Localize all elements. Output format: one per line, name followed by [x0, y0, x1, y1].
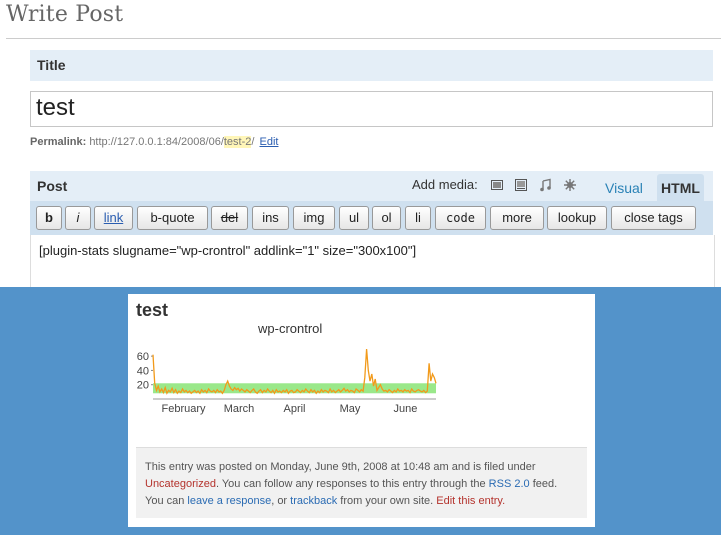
blockquote-button[interactable]: b-quote: [137, 206, 208, 230]
tab-visual[interactable]: Visual: [605, 180, 643, 196]
x-tick-label: April: [283, 403, 305, 415]
li-button[interactable]: li: [405, 206, 431, 230]
y-tick-label: 60: [137, 351, 149, 363]
meta-text: feed.: [529, 478, 558, 490]
category-link[interactable]: Uncategorized: [145, 478, 216, 490]
editor-content: [plugin-stats slugname="wp-crontrol" add…: [39, 243, 417, 258]
image-icon[interactable]: [490, 178, 504, 192]
del-button[interactable]: del: [211, 206, 248, 230]
code-button[interactable]: code: [435, 206, 486, 230]
meta-line-1: This entry was posted on Monday, June 9t…: [145, 461, 536, 473]
meta-text: , or: [271, 495, 291, 507]
meta-text: You can: [145, 495, 188, 507]
y-tick-label: 40: [137, 365, 149, 377]
permalink-base: http://127.0.0.1:84/2008/06/: [89, 136, 224, 148]
italic-button[interactable]: i: [65, 206, 91, 230]
close-tags-button[interactable]: close tags: [611, 206, 696, 230]
title-section-header: Title: [30, 50, 713, 81]
meta-text: from your own site.: [337, 495, 437, 507]
leave-response-link[interactable]: leave a response: [187, 495, 271, 507]
post-section-header: Post Add media: Visual HTML: [30, 171, 713, 201]
x-tick-label: June: [394, 403, 418, 415]
title-label: Title: [37, 57, 66, 73]
meta-line-2: Uncategorized. You can follow any respon…: [145, 476, 557, 493]
meta-text: . You can follow any responses to this e…: [215, 478, 489, 490]
permalink-edit-link[interactable]: Edit: [260, 136, 279, 148]
video-icon[interactable]: [514, 178, 528, 192]
permalink-slug[interactable]: test-2: [223, 136, 252, 148]
permalink-label: Permalink:: [30, 136, 87, 148]
page-title: Write Post: [6, 2, 124, 27]
quicktags-toolbar: b i link b-quote del ins img ul ol li co…: [30, 201, 713, 235]
tab-html[interactable]: HTML: [657, 174, 704, 201]
permalink-trailing: /: [251, 136, 255, 148]
ins-button[interactable]: ins: [252, 206, 289, 230]
media-icon[interactable]: [563, 178, 577, 192]
permalink: Permalink: http://127.0.0.1:84/2008/06/t…: [30, 136, 278, 148]
link-button[interactable]: link: [94, 206, 133, 230]
audio-icon[interactable]: [539, 178, 553, 192]
meta-line-3: You can leave a response, or trackback f…: [145, 493, 505, 510]
x-tick-label: May: [340, 403, 361, 415]
post-meta: This entry was posted on Monday, June 9t…: [136, 447, 587, 518]
trackback-link[interactable]: trackback: [290, 495, 337, 507]
ol-button[interactable]: ol: [372, 206, 401, 230]
post-preview: test wp-crontrol 20 40 60 February March Apri…: [128, 294, 595, 527]
lookup-button[interactable]: lookup: [547, 206, 607, 230]
stats-chart: 20 40 60 February March April May June: [137, 348, 437, 415]
x-tick-label: February: [162, 403, 207, 415]
post-label: Post: [37, 178, 68, 194]
post-content-editor[interactable]: [plugin-stats slugname="wp-crontrol" add…: [30, 235, 715, 287]
rss-link[interactable]: RSS 2.0: [489, 478, 530, 490]
title-input-value: test: [36, 94, 75, 121]
y-tick-label: 20: [137, 380, 149, 392]
img-button[interactable]: img: [293, 206, 335, 230]
ul-button[interactable]: ul: [339, 206, 369, 230]
bold-button[interactable]: b: [36, 206, 62, 230]
add-media-label: Add media:: [412, 177, 478, 192]
edit-entry-link[interactable]: Edit this entry.: [436, 495, 505, 507]
more-button[interactable]: more: [490, 206, 544, 230]
x-tick-label: March: [224, 403, 255, 415]
header-divider: [6, 38, 721, 39]
title-input[interactable]: test: [30, 91, 713, 127]
